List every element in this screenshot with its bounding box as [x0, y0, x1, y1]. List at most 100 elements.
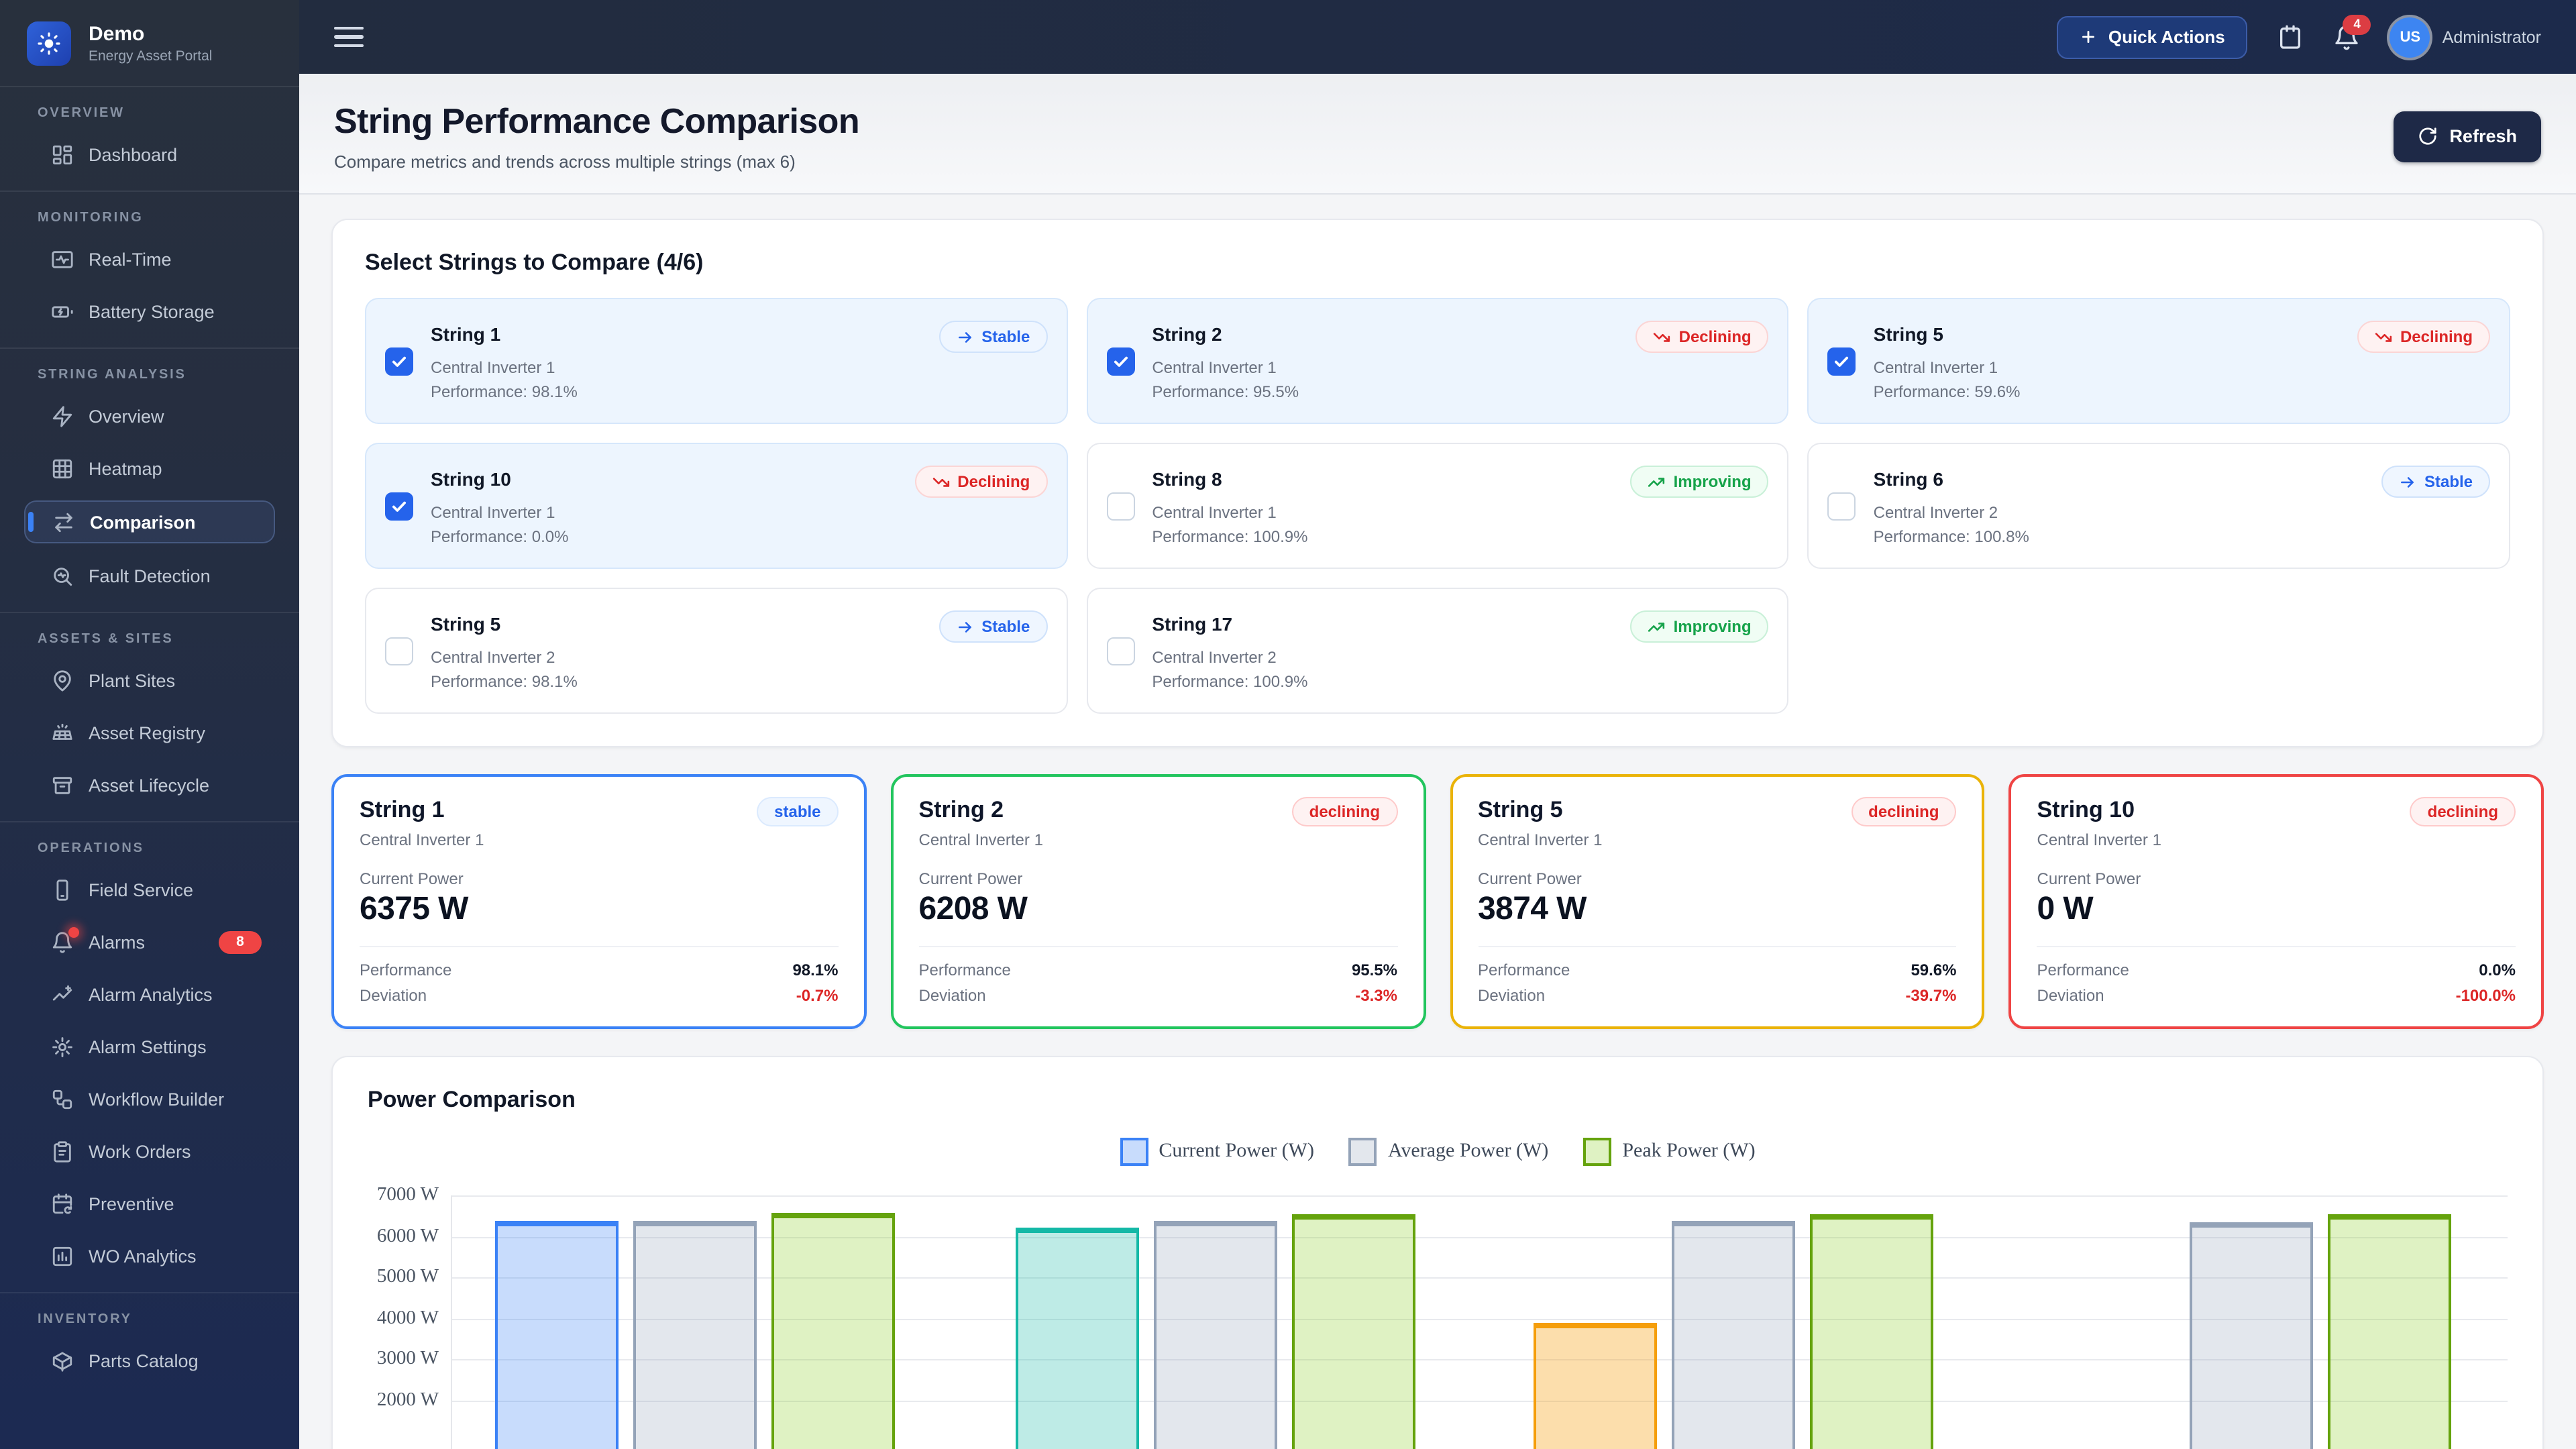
performance-label: Performance: [918, 961, 1011, 979]
search-wave-icon: [51, 564, 74, 587]
sidebar-item-real-time[interactable]: Real-Time: [24, 239, 275, 279]
pulse-monitor-icon: [51, 248, 74, 270]
legend-item-current-power[interactable]: Current Power (W): [1120, 1138, 1314, 1166]
sidebar: Demo Energy Asset Portal OVERVIEW Dashbo…: [0, 0, 299, 1449]
trending-down-icon: [2375, 332, 2392, 341]
sidebar-item-preventive[interactable]: Preventive: [24, 1183, 275, 1224]
sidebar-item-fault-detection[interactable]: Fault Detection: [24, 555, 275, 596]
string-select-card[interactable]: String 10 Declining Central Inverter 1 P…: [365, 443, 1068, 569]
current-power-label: Current Power: [360, 869, 464, 888]
checkbox[interactable]: [1827, 492, 1856, 520]
string-name: String 5: [431, 613, 501, 635]
string-inverter: Central Inverter 2: [1152, 648, 1277, 667]
string-performance: Performance: 59.6%: [1873, 382, 2021, 401]
sidebar-item-comparison[interactable]: Comparison: [24, 500, 275, 543]
performance-label: Performance: [360, 961, 452, 979]
checkbox[interactable]: [385, 347, 413, 375]
quick-actions-button[interactable]: Quick Actions: [2057, 15, 2248, 58]
user-role-label: Administrator: [2442, 28, 2541, 46]
checkbox[interactable]: [1106, 492, 1135, 520]
performance-value: 59.6%: [1911, 961, 1957, 979]
sidebar-item-alarms[interactable]: Alarms 8: [24, 922, 275, 962]
sidebar-item-field-service[interactable]: Field Service: [24, 869, 275, 910]
alert-dot: [68, 926, 79, 937]
sidebar-item-alarm-analytics[interactable]: Alarm Analytics: [24, 974, 275, 1014]
checkbox[interactable]: [1827, 347, 1856, 375]
checkbox[interactable]: [1106, 347, 1135, 375]
string-name: String 10: [431, 468, 511, 490]
string-select-card[interactable]: String 5 Declining Central Inverter 1 Pe…: [1807, 298, 2510, 424]
avatar: US: [2390, 17, 2430, 57]
calendar-icon[interactable]: [2277, 23, 2304, 50]
content: Select Strings to Compare (4/6) String 1: [299, 195, 2576, 1449]
menu-icon[interactable]: [334, 26, 364, 48]
checkbox[interactable]: [385, 492, 413, 520]
sidebar-item-parts-catalog[interactable]: Parts Catalog: [24, 1340, 275, 1381]
performance-value: 95.5%: [1351, 961, 1397, 979]
trending-down-icon: [1654, 332, 1670, 341]
string-performance: Performance: 100.8%: [1873, 527, 2029, 546]
performance-label: Performance: [2037, 961, 2129, 979]
chart-bar: [1534, 1323, 1657, 1449]
chart-bar: [1154, 1220, 1277, 1449]
string-name: String 2: [1152, 323, 1222, 345]
sidebar-item-battery-storage[interactable]: Battery Storage: [24, 291, 275, 331]
legend-item-peak-power[interactable]: Peak Power (W): [1583, 1138, 1756, 1166]
y-axis-tick-label: 6000 W: [376, 1225, 439, 1246]
summary-inverter: Central Inverter 1: [360, 830, 484, 849]
chart-bar: [1292, 1214, 1415, 1449]
sidebar-item-overview[interactable]: Overview: [24, 396, 275, 436]
trending-up-icon: [1648, 477, 1665, 486]
string-select-card[interactable]: String 6 Stable Central Inverter 2 Perfo…: [1807, 443, 2510, 569]
notifications-bell-icon[interactable]: 4: [2334, 14, 2371, 50]
string-select-card[interactable]: String 2 Declining Central Inverter 1 Pe…: [1086, 298, 1789, 424]
chart-title: Power Comparison: [368, 1087, 576, 1112]
string-select-card[interactable]: String 1 Stable Central Inverter 1 Perfo…: [365, 298, 1068, 424]
refresh-button[interactable]: Refresh: [2393, 111, 2541, 162]
summary-card: String 2 declining Central Inverter 1 Cu…: [890, 774, 1426, 1029]
string-select-card[interactable]: String 5 Stable Central Inverter 2 Perfo…: [365, 588, 1068, 714]
summary-card: String 5 declining Central Inverter 1 Cu…: [1450, 774, 1985, 1029]
chart-bar: [495, 1221, 619, 1449]
sidebar-item-asset-lifecycle[interactable]: Asset Lifecycle: [24, 765, 275, 805]
sidebar-item-asset-registry[interactable]: Asset Registry: [24, 712, 275, 753]
app-window: Demo Energy Asset Portal OVERVIEW Dashbo…: [0, 0, 2576, 1449]
select-strings-title: Select Strings to Compare (4/6): [365, 250, 704, 275]
divider: [360, 946, 839, 947]
checkbox[interactable]: [385, 637, 413, 665]
brand-title: Demo: [89, 22, 145, 46]
sidebar-item-heatmap[interactable]: Heatmap: [24, 448, 275, 488]
brand: Demo Energy Asset Portal: [0, 0, 299, 86]
page-title: String Performance Comparison: [334, 101, 860, 141]
checkbox[interactable]: [1106, 637, 1135, 665]
battery-charging-icon: [51, 300, 74, 323]
user-menu[interactable]: US Administrator: [2390, 17, 2541, 57]
deviation-label: Deviation: [2037, 986, 2104, 1005]
legend-swatch: [1120, 1138, 1148, 1166]
sidebar-item-plant-sites[interactable]: Plant Sites: [24, 660, 275, 700]
deviation-value: -100.0%: [2455, 986, 2516, 1005]
summary-string-name: String 5: [1478, 797, 1563, 822]
sidebar-item-work-orders[interactable]: Work Orders: [24, 1131, 275, 1171]
sidebar-item-workflow-builder[interactable]: Workflow Builder: [24, 1079, 275, 1119]
current-power-value: 0 W: [2037, 891, 2094, 927]
sidebar-item-alarm-settings[interactable]: Alarm Settings: [24, 1026, 275, 1067]
map-pin-icon: [51, 669, 74, 692]
summary-card: String 10 declining Central Inverter 1 C…: [2008, 774, 2544, 1029]
chart-bar: [633, 1220, 757, 1449]
trend-badge: Improving: [1630, 466, 1769, 498]
select-strings-card: Select Strings to Compare (4/6) String 1: [331, 219, 2544, 747]
bar-chart-square-icon: [51, 1244, 74, 1267]
grid-icon: [51, 457, 74, 480]
sidebar-item-dashboard[interactable]: Dashboard: [24, 134, 275, 174]
deviation-value: -39.7%: [1905, 986, 1957, 1005]
archive-icon: [51, 773, 74, 796]
y-axis-tick-label: 2000 W: [376, 1389, 439, 1410]
workflow-icon: [51, 1087, 74, 1110]
string-inverter: Central Inverter 1: [431, 503, 555, 522]
string-select-card[interactable]: String 8 Improving Central Inverter 1 Pe…: [1086, 443, 1789, 569]
legend-item-average-power[interactable]: Average Power (W): [1348, 1138, 1548, 1166]
sidebar-item-wo-analytics[interactable]: WO Analytics: [24, 1236, 275, 1276]
string-select-card[interactable]: String 17 Improving Central Inverter 2 P…: [1086, 588, 1789, 714]
smartphone-icon: [51, 878, 74, 901]
